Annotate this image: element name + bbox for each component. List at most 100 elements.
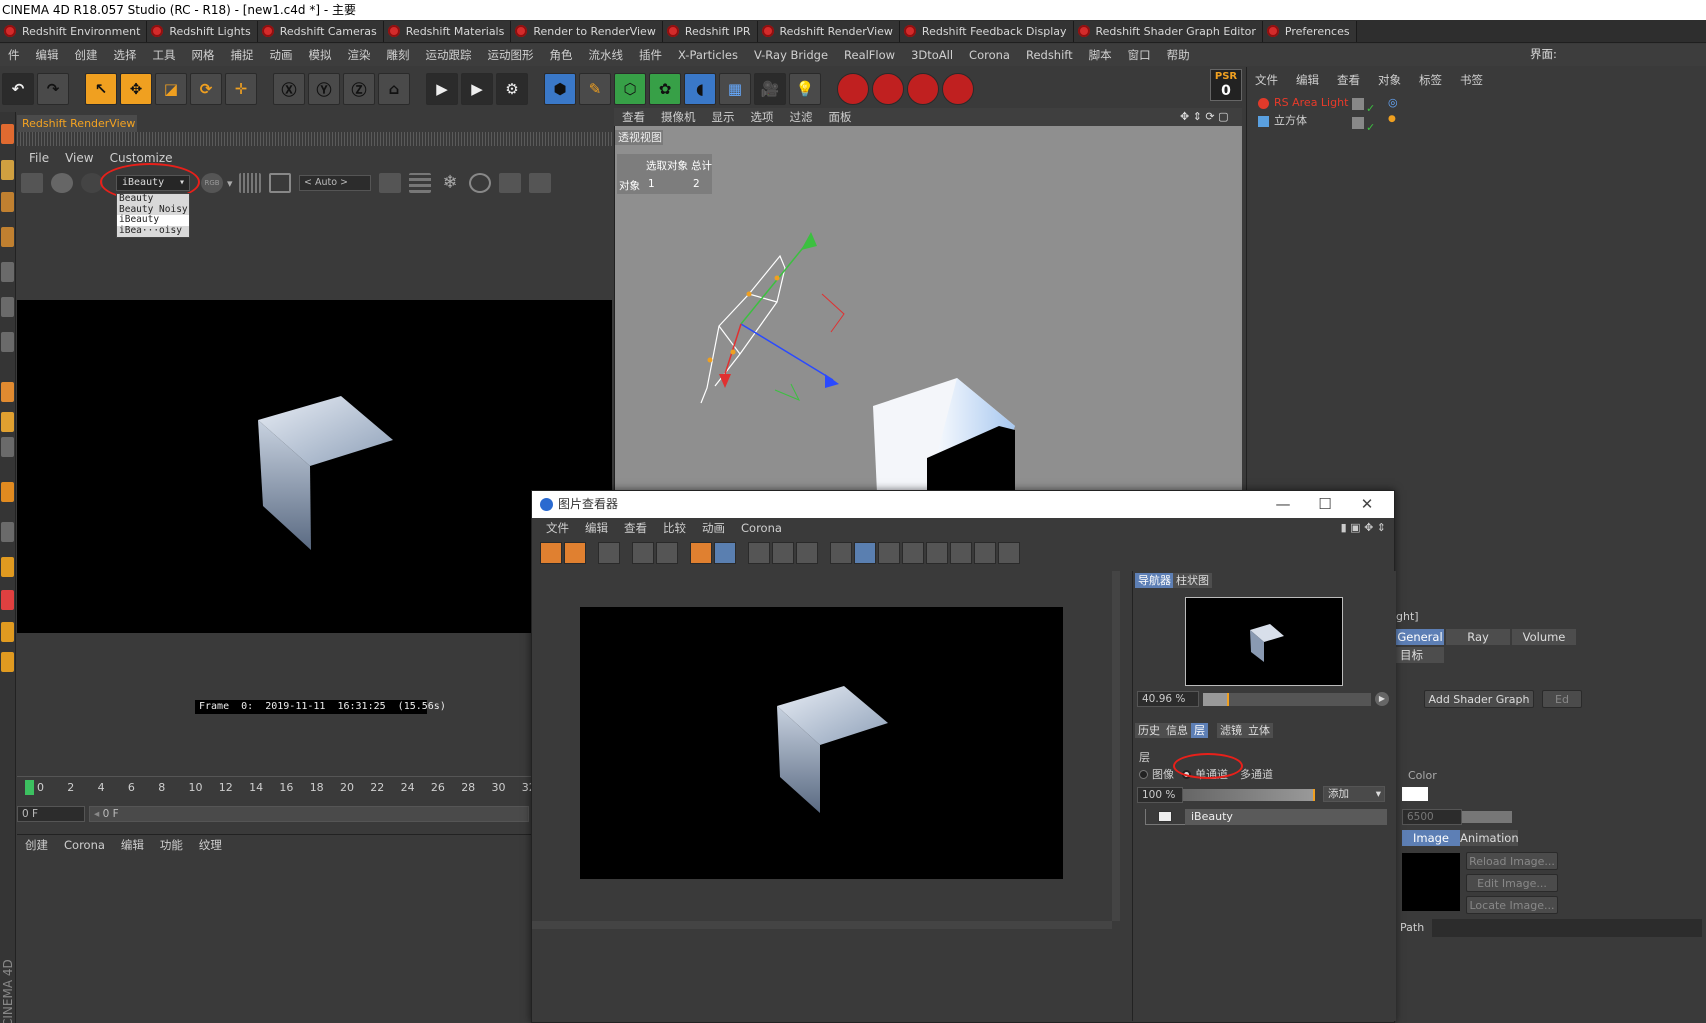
paint-icon[interactable] [1,590,14,610]
menu-item[interactable]: 模拟 [301,47,340,63]
render-region-icon[interactable] [748,542,770,564]
menu-item[interactable]: 动画 [262,47,301,63]
locate-image-button[interactable]: Locate Image... [1466,896,1558,914]
temperature-field[interactable]: 6500 [1402,809,1462,825]
object-menu-item[interactable]: 书签 [1451,72,1492,88]
play-icon[interactable] [51,173,73,193]
auto-combo[interactable]: < Auto > [299,175,371,191]
menu-item[interactable]: 3DtoAll [903,48,961,62]
tag-icon[interactable]: ◎ [1388,96,1398,109]
polygons-mode-icon[interactable] [1,227,14,247]
add-snapshot-icon[interactable] [529,173,551,193]
plugin-tab[interactable]: Redshift Materials [383,20,512,42]
menu-item[interactable]: 插件 [631,47,670,63]
lock-icon[interactable] [379,173,401,193]
redo-icon[interactable]: ↷ [37,73,69,105]
material-menu-item[interactable]: 纹理 [191,837,230,853]
save-icon[interactable] [564,542,586,564]
plugin-tab[interactable]: Redshift RenderView [757,20,900,42]
light-icon[interactable]: 💡 [789,73,821,105]
object-menu-item[interactable]: 文件 [1246,72,1287,88]
redshift-icon[interactable] [837,73,869,105]
edges-mode-icon[interactable] [1,192,14,212]
cloner-icon[interactable]: ✿ [649,73,681,105]
zoom-play-icon[interactable]: ▶ [1375,692,1389,706]
ab-compare-icon[interactable] [830,542,852,564]
render-settings-icon[interactable] [796,542,818,564]
stereo-left-icon[interactable] [950,542,972,564]
render-active-icon[interactable] [772,542,794,564]
menu-item[interactable]: 角色 [542,47,581,63]
current-frame-field[interactable]: 0 F [17,806,85,822]
tab-histogram[interactable]: 柱状图 [1173,573,1212,588]
copy-icon[interactable] [690,542,712,564]
opacity-field[interactable]: 100 % [1137,787,1183,803]
y-axis-icon[interactable]: Ⓨ [308,73,340,105]
subdivision-icon[interactable]: ⬡ [614,73,646,105]
dropdown-option[interactable]: Beauty [117,193,189,205]
tweak-mode-icon[interactable] [1,412,14,432]
viewport-menu-item[interactable]: 显示 [704,109,743,125]
material-menu-item[interactable]: 编辑 [113,837,152,853]
viewport-menu-item[interactable]: 查看 [614,109,653,125]
snowflake-icon[interactable]: ❄ [439,173,461,193]
viewport-menu-item[interactable]: 选项 [743,109,782,125]
tiles-icon[interactable] [409,173,431,193]
reload-image-button[interactable]: Reload Image... [1466,852,1558,870]
clapper-icon[interactable] [21,173,43,193]
pv-menu-item[interactable]: Corona [733,521,790,535]
menu-item[interactable]: 网格 [184,47,223,63]
menu-item[interactable]: 件 [0,47,28,63]
ab-split-icon[interactable] [854,542,876,564]
pv-menu-item[interactable]: 编辑 [577,520,616,536]
plugin-tab[interactable]: Render to RenderView [511,20,663,42]
render-picture-viewer-icon[interactable]: ▶ [461,73,493,105]
object-menu-item[interactable]: 编辑 [1287,72,1328,88]
pv-menu-item[interactable]: 比较 [655,520,694,536]
object-menu-item[interactable]: 查看 [1328,72,1369,88]
menu-item[interactable]: V-Ray Bridge [746,48,836,62]
maximize-icon[interactable]: ☐ [1304,491,1346,518]
tab-volume[interactable]: Volume [1512,629,1576,645]
renderview-menu-item[interactable]: File [23,151,55,165]
range-slider[interactable]: ◂ 0 F [89,806,529,822]
solo-icon[interactable] [1,652,14,672]
zoom-field[interactable]: 40.96 % [1137,691,1199,707]
mode-icon[interactable] [1,124,14,144]
opacity-slider[interactable] [1183,789,1315,801]
add-shader-graph-button[interactable]: Add Shader Graph [1424,690,1534,708]
menu-item[interactable]: 工具 [145,47,184,63]
tab-image[interactable]: Image [1402,830,1460,846]
menu-item[interactable]: 雕刻 [379,47,418,63]
visibility-toggles[interactable]: ✓ ✓ [1350,96,1388,134]
redshift-material-icon[interactable] [907,73,939,105]
menu-item[interactable]: RealFlow [836,48,903,62]
horizontal-scrollbar[interactable] [532,921,1112,929]
rotate-icon[interactable]: ⟳ [190,73,222,105]
viewport-menu-item[interactable]: 面板 [821,109,860,125]
viewport-nav-icons[interactable]: ✥ ⇕ ⟳ ▢ [1180,110,1229,123]
eye-icon[interactable] [1158,811,1172,822]
color-swatch[interactable] [1402,787,1428,801]
object-mode-icon[interactable] [1,297,14,317]
menu-item[interactable]: 流水线 [581,47,632,63]
pv-menu-item[interactable]: 文件 [538,520,577,536]
stereo-right-icon[interactable] [974,542,996,564]
dropdown-option-selected[interactable]: iBeauty [117,214,189,226]
render-settings-icon[interactable]: ⚙ [496,73,528,105]
material-menu-item[interactable]: 功能 [152,837,191,853]
ab-swap-icon[interactable] [878,542,900,564]
move-icon[interactable]: ✥ [120,73,152,105]
menu-item[interactable]: 渲染 [340,47,379,63]
workplane-icon[interactable] [1,482,14,502]
pv-menu-item[interactable]: 查看 [616,520,655,536]
person-icon[interactable] [656,542,678,564]
pv-layout-icons[interactable]: ▮ ▣ ✥ ⇕ [1341,521,1386,534]
points-mode-icon[interactable] [1,160,14,180]
temperature-slider[interactable] [1462,811,1512,823]
plugin-tab[interactable]: Redshift IPR [662,20,758,42]
menu-item[interactable]: Corona [961,48,1018,62]
locked-workplane-icon[interactable] [1,522,14,542]
redshift-renderview-icon[interactable] [942,73,974,105]
tab-layers[interactable]: 层 [1191,723,1208,738]
